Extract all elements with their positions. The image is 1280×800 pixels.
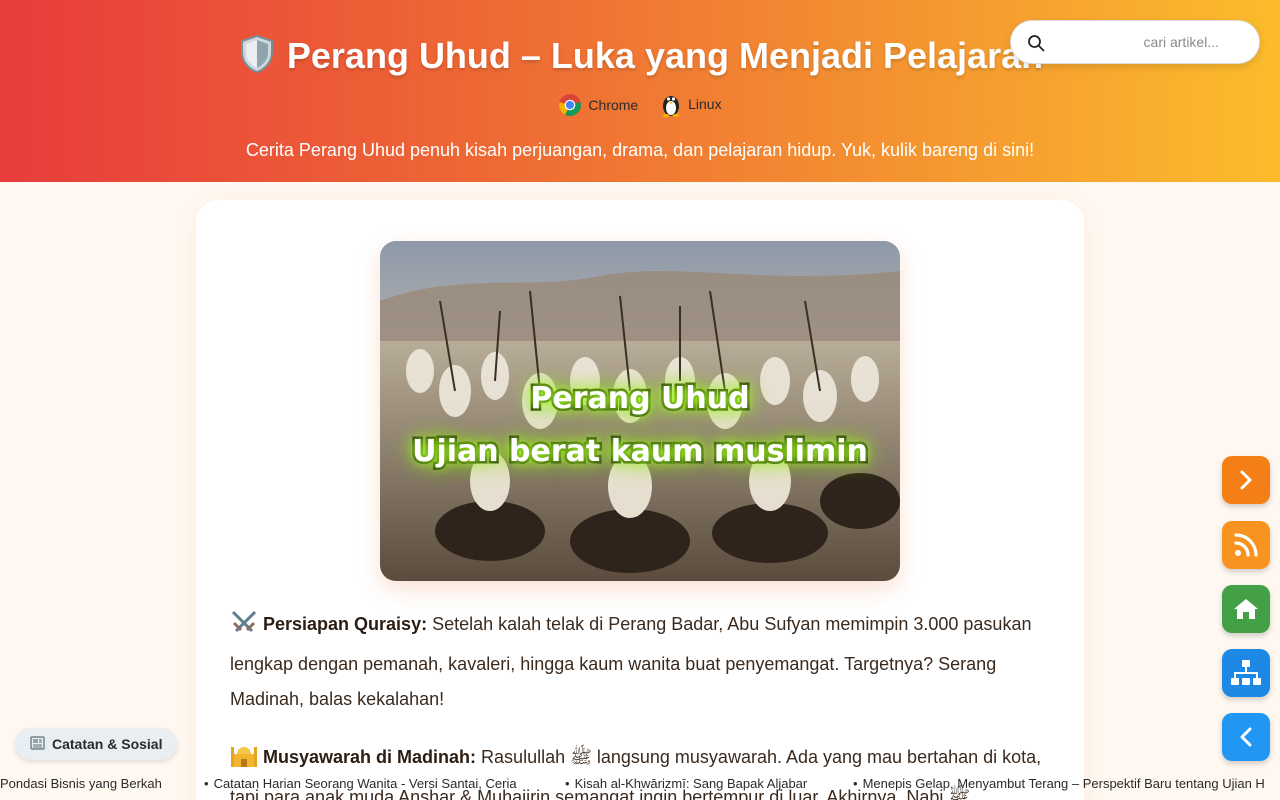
ticker-item[interactable]: • Kisah al-Khwārizmī: Sang Bapak Aljabar bbox=[565, 776, 807, 791]
chevron-left-icon bbox=[1240, 727, 1252, 747]
ticker-item[interactable]: • Catatan Harian Seorang Wanita - Versi S… bbox=[204, 776, 517, 791]
search-box[interactable] bbox=[1010, 20, 1260, 64]
ticker-bullet: • bbox=[853, 776, 858, 791]
ticker-item-label: Menepis Gelap, Menyambut Terang – Perspe… bbox=[862, 776, 1265, 791]
ticker-bullet: • bbox=[204, 776, 209, 791]
platform-linux: Linux bbox=[660, 91, 722, 117]
image-caption-line2: Ujian berat kaum muslimin bbox=[410, 432, 871, 472]
paragraph-heading: Persiapan Quraisy: bbox=[263, 614, 428, 634]
search-input[interactable] bbox=[1061, 21, 1247, 63]
article-hero-image: Perang Uhud Ujian berat kaum muslimin bbox=[380, 241, 900, 581]
platform-label: Chrome bbox=[588, 97, 639, 113]
newspaper-icon bbox=[30, 735, 46, 753]
news-ticker: Pondasi Bisnis yang Berkah • Catatan Hari… bbox=[0, 772, 1280, 794]
chevron-right-icon bbox=[1240, 470, 1252, 490]
paragraph-heading: Musyawarah di Madinah: bbox=[263, 747, 477, 767]
category-label: Catatan & Sosial bbox=[52, 736, 163, 752]
ticker-item-label: Pondasi Bisnis yang Berkah bbox=[0, 776, 162, 791]
search-icon bbox=[1028, 35, 1045, 52]
chrome-icon bbox=[559, 94, 582, 116]
sitemap-icon bbox=[1231, 660, 1261, 685]
previous-article-button[interactable] bbox=[1222, 713, 1270, 761]
page-subtitle: Cerita Perang Uhud penuh kisah perjuanga… bbox=[245, 140, 1035, 160]
image-caption-line1: Perang Uhud bbox=[528, 379, 752, 419]
rss-feed-button[interactable] bbox=[1222, 521, 1270, 569]
ticker-item-label: Catatan Harian Seorang Wanita - Versi Sa… bbox=[213, 776, 517, 791]
article-paragraph: Persiapan Quraisy: Setelah kalah telak d… bbox=[230, 607, 1060, 717]
rss-icon bbox=[1234, 533, 1258, 557]
platform-list: Chrome Linux bbox=[0, 91, 1280, 120]
home-button[interactable] bbox=[1222, 585, 1270, 633]
category-pill[interactable]: Catatan & Sosial bbox=[15, 728, 178, 760]
shield-icon bbox=[237, 34, 277, 83]
next-article-button[interactable] bbox=[1222, 456, 1270, 504]
ticker-bullet: • bbox=[565, 776, 570, 791]
platform-chrome: Chrome bbox=[558, 93, 638, 117]
page-title-text: Perang Uhud – Luka yang Menjadi Pelajara… bbox=[286, 35, 1044, 76]
ticker-item-label: Kisah al-Khwārizmī: Sang Bapak Aljabar bbox=[574, 776, 808, 791]
ticker-item[interactable]: • Menepis Gelap, Menyambut Terang – Persp… bbox=[853, 776, 1265, 791]
sitemap-button[interactable] bbox=[1222, 649, 1270, 697]
platform-label: Linux bbox=[688, 96, 722, 112]
linux-penguin-icon bbox=[662, 96, 680, 117]
home-icon bbox=[1234, 599, 1258, 619]
ticker-item[interactable]: Pondasi Bisnis yang Berkah bbox=[0, 776, 162, 791]
crossed-swords-icon bbox=[230, 609, 258, 647]
